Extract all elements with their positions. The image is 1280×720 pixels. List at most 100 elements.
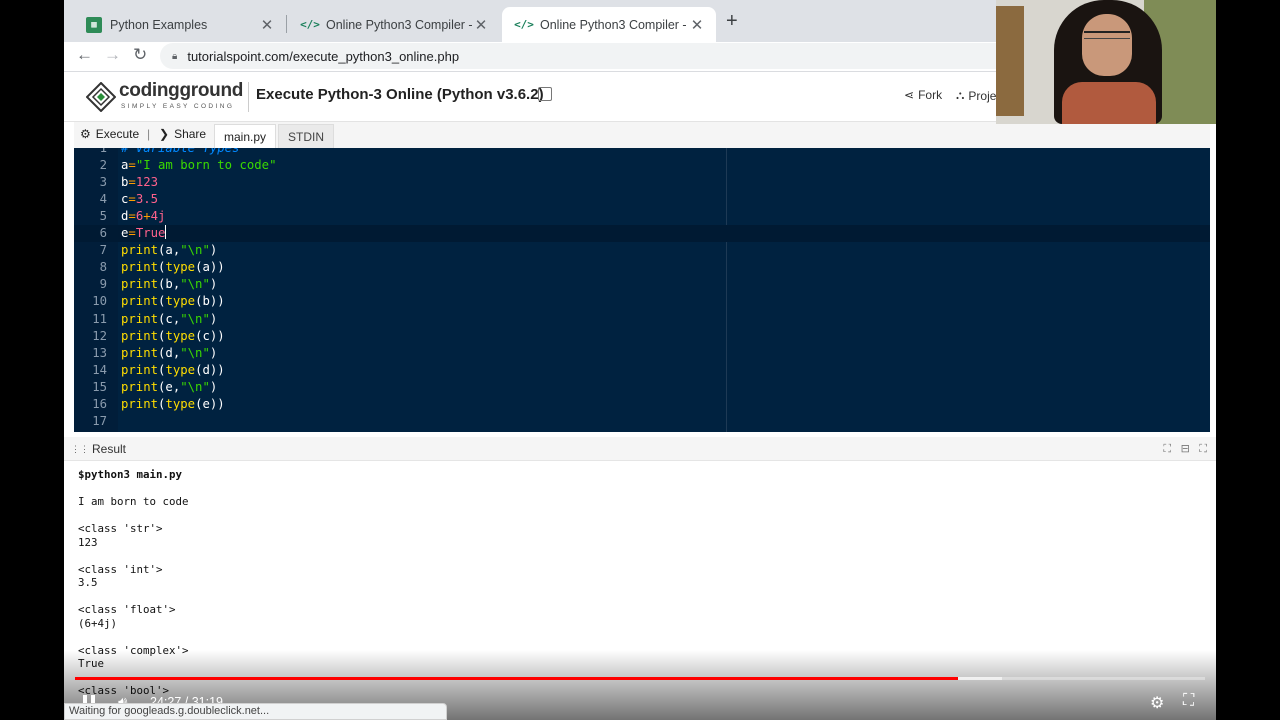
- line-number: 2: [99, 158, 107, 173]
- logo-diamond-icon: [86, 82, 116, 112]
- fork-icon: ⋖: [904, 88, 915, 102]
- code-text: print(a,"\n"): [121, 243, 218, 258]
- fullscreen-icon[interactable]: ⛶: [1183, 692, 1194, 710]
- text-cursor: [165, 225, 167, 240]
- output-line: <class 'int'>: [78, 562, 163, 576]
- fork-button[interactable]: ⋖ Fork: [904, 88, 942, 102]
- code-line[interactable]: 7 print(a,"\n"): [74, 242, 1210, 259]
- presenter-webcam: [996, 0, 1216, 124]
- code-text: print(b,"\n"): [121, 277, 218, 292]
- browser-tab-python-examples[interactable]: ▦ Python Examples ✕: [72, 7, 286, 42]
- code-text: b=123: [121, 175, 159, 190]
- share-chevron-icon: ❯: [159, 127, 170, 141]
- code-text: print(type(a)): [121, 260, 225, 275]
- result-title: ⋮⋮ Result: [71, 442, 126, 456]
- line-number: 15: [92, 379, 107, 394]
- code-line[interactable]: 1 # Variable Types: [74, 148, 1210, 157]
- line-number: 6: [99, 226, 107, 241]
- line-number: 17: [92, 413, 107, 428]
- edit-title-icon[interactable]: [538, 87, 552, 101]
- code-line[interactable]: 9 print(b,"\n"): [74, 276, 1210, 293]
- code-editor[interactable]: 1 # Variable Types 2 a="I am born to code" 3…: [74, 148, 1210, 432]
- forward-arrow-icon[interactable]: →: [104, 45, 121, 65]
- fork-label: Fork: [918, 88, 943, 102]
- tab-title: Online Python3 Compiler - Onl: [326, 17, 472, 32]
- file-tab-label: main.py: [224, 129, 267, 144]
- output-line: <class 'float'>: [78, 603, 176, 616]
- close-tab-icon[interactable]: ✕: [688, 16, 706, 34]
- line-number: 3: [99, 175, 107, 190]
- line-number: 14: [92, 362, 107, 377]
- browser-tab-compiler-active[interactable]: </> Online Python3 Compiler - Onl ✕: [502, 7, 716, 42]
- result-label: Result: [92, 442, 127, 456]
- stdin-tab-label: STDIN: [288, 129, 324, 144]
- share-button[interactable]: ❯ Share: [159, 127, 206, 141]
- code-text: c=3.5: [121, 192, 159, 207]
- code-line[interactable]: 10 print(type(b)): [74, 293, 1210, 310]
- tab-stdin[interactable]: STDIN: [278, 124, 334, 148]
- output-line: <class 'str'>: [78, 522, 163, 535]
- code-text: # Variable Types: [121, 148, 240, 155]
- tab-main-py[interactable]: main.py: [214, 124, 277, 148]
- line-number: 13: [92, 345, 107, 360]
- output-line: (6+4j): [78, 616, 118, 630]
- new-tab-icon[interactable]: +: [726, 10, 738, 33]
- result-header: ⋮⋮ Result ⛶ ⊟ ⛶: [64, 437, 1216, 461]
- spreadsheet-favicon-icon: ▦: [86, 16, 102, 33]
- code-line[interactable]: 6 e=True: [74, 225, 1210, 243]
- result-window-controls-icon[interactable]: ⛶ ⊟ ⛶: [1163, 442, 1210, 456]
- back-arrow-icon[interactable]: ←: [76, 45, 93, 65]
- execute-label: Execute: [95, 127, 140, 141]
- tab-title: Python Examples: [110, 17, 208, 32]
- code-line[interactable]: 3 b=123: [74, 174, 1210, 191]
- progress-played: [75, 677, 958, 680]
- project-label: Proje: [968, 88, 997, 103]
- share-label: Share: [174, 127, 207, 141]
- code-text: print(c,"\n"): [121, 311, 218, 326]
- video-frame: ▦ Python Examples ✕ </> Online Python3 C…: [0, 0, 1280, 720]
- code-line[interactable]: 11 print(c,"\n"): [74, 311, 1210, 328]
- gears-icon: ⚙: [80, 127, 91, 141]
- code-text: print(d,"\n"): [121, 345, 218, 360]
- browser-tab-compiler-1[interactable]: </> Online Python3 Compiler - Onl ✕: [288, 7, 500, 42]
- code-text: print(type(d)): [121, 362, 225, 377]
- reload-icon[interactable]: ↻: [133, 45, 147, 65]
- code-line[interactable]: 17: [74, 413, 1210, 430]
- url-text: tutorialspoint.com/execute_python3_onlin…: [187, 48, 460, 64]
- output-line: I am born to code: [78, 495, 189, 508]
- line-number: 1: [99, 148, 107, 155]
- code-line[interactable]: 14 print(type(d)): [74, 362, 1210, 379]
- tab-divider: [286, 15, 287, 33]
- code-line[interactable]: 4 c=3.5: [74, 191, 1210, 208]
- code-line[interactable]: 13 print(d,"\n"): [74, 345, 1210, 362]
- execute-button[interactable]: ⚙ Execute: [80, 127, 139, 141]
- code-text: print(e,"\n"): [121, 379, 218, 394]
- project-tree-icon: ⛬: [956, 88, 965, 102]
- code-line[interactable]: 12 print(type(c)): [74, 328, 1210, 345]
- code-line[interactable]: 5 d=6+4j: [74, 208, 1210, 225]
- tab-title: Online Python3 Compiler - Onl: [540, 17, 688, 32]
- close-tab-icon[interactable]: ✕: [472, 16, 490, 34]
- line-number: 11: [92, 311, 107, 326]
- line-number: 4: [99, 192, 107, 207]
- result-grip-icon: ⋮⋮: [71, 443, 89, 454]
- code-line[interactable]: 2 a="I am born to code": [74, 157, 1210, 174]
- progress-bar[interactable]: [75, 677, 1205, 680]
- line-number: 10: [92, 294, 107, 309]
- code-text: a="I am born to code": [121, 158, 277, 173]
- output-line: 123: [78, 535, 98, 549]
- code-text: print(type(e)): [121, 396, 225, 411]
- code-line[interactable]: 15 print(e,"\n"): [74, 379, 1210, 396]
- close-tab-icon[interactable]: ✕: [258, 16, 276, 34]
- settings-gear-icon[interactable]: ⚙: [1150, 693, 1164, 713]
- code-line[interactable]: 8 print(type(a)): [74, 259, 1210, 276]
- line-number: 8: [99, 260, 107, 275]
- code-text: print(type(c)): [121, 328, 225, 343]
- code-favicon-icon: </>: [514, 18, 534, 31]
- code-line[interactable]: 16 print(type(e)): [74, 396, 1210, 413]
- line-number: 12: [92, 328, 107, 343]
- project-button[interactable]: ⛬ Proje: [956, 88, 996, 103]
- header-divider: [248, 82, 249, 112]
